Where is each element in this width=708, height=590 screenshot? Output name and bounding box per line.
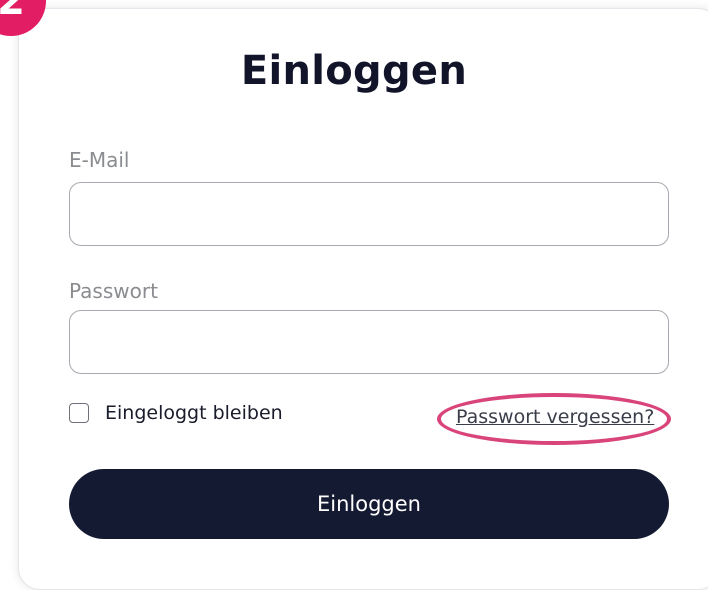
password-label: Passwort <box>69 279 158 303</box>
remember-me-option[interactable]: Eingeloggt bleiben <box>69 402 283 424</box>
email-field[interactable] <box>69 182 669 246</box>
remember-me-checkbox[interactable] <box>69 403 89 423</box>
email-label: E-Mail <box>69 148 130 172</box>
highlight-ring-annotation <box>437 393 671 445</box>
remember-me-label: Eingeloggt bleiben <box>105 402 283 424</box>
login-button[interactable]: Einloggen <box>69 469 669 539</box>
page-title: Einloggen <box>240 48 468 94</box>
password-field[interactable] <box>69 310 669 374</box>
